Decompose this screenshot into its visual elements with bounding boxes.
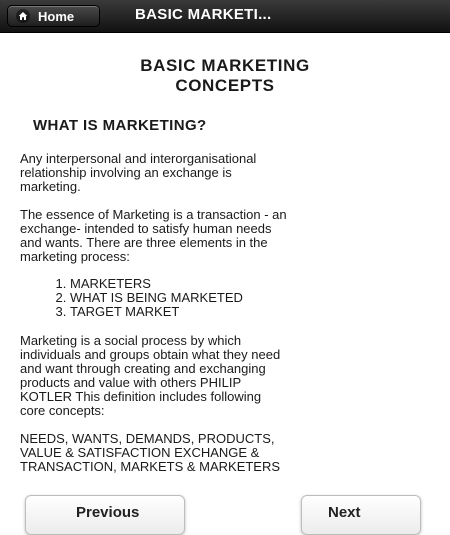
next-button-label: Next bbox=[328, 504, 361, 521]
paragraph-line: marketing process: bbox=[20, 249, 130, 264]
paragraph-line: individuals and groups obtain what they … bbox=[20, 347, 281, 362]
paragraph-line: KOTLER This definition includes followin… bbox=[20, 389, 262, 404]
list-item: TARGET MARKET bbox=[70, 305, 243, 319]
next-button[interactable]: Next bbox=[301, 495, 421, 535]
home-icon bbox=[16, 9, 30, 23]
paragraph-line: relationship involving an exchange is bbox=[20, 165, 232, 180]
paragraph-essence: The essence of Marketing is a transactio… bbox=[20, 208, 440, 264]
paragraph-kotler: Marketing is a social process by which i… bbox=[20, 334, 440, 418]
page-title: BASIC MARKETING CONCEPTS bbox=[0, 56, 450, 96]
paragraph-line: products and value with others PHILIP bbox=[20, 375, 242, 390]
paragraph-line: NEEDS, WANTS, DEMANDS, PRODUCTS, bbox=[20, 431, 275, 446]
list-item: MARKETERS bbox=[70, 277, 243, 291]
page-title-line-1: BASIC MARKETING bbox=[140, 56, 310, 75]
header-bar: Home BASIC MARKETI... bbox=[0, 0, 450, 33]
paragraph-line: and want through creating and exchanging bbox=[20, 361, 266, 376]
paragraph-line: TRANSACTION, MARKETS & MARKETERS bbox=[20, 459, 281, 474]
paragraph-line: The essence of Marketing is a transactio… bbox=[20, 207, 287, 222]
section-heading: WHAT IS MARKETING? bbox=[33, 117, 207, 134]
paragraph-core-concepts: NEEDS, WANTS, DEMANDS, PRODUCTS, VALUE &… bbox=[20, 432, 440, 474]
paragraph-line: Any interpersonal and interorganisationa… bbox=[20, 151, 257, 166]
paragraph-line: exchange- intended to satisfy human need… bbox=[20, 221, 272, 236]
page-title-line-2: CONCEPTS bbox=[175, 76, 275, 95]
marketing-elements-list: MARKETERS WHAT IS BEING MARKETED TARGET … bbox=[20, 277, 243, 319]
paragraph-line: core concepts: bbox=[20, 403, 105, 418]
paragraph-line: and wants. There are three elements in t… bbox=[20, 235, 268, 250]
paragraph-line: marketing. bbox=[20, 179, 81, 194]
header-title: BASIC MARKETI... bbox=[135, 6, 272, 23]
previous-button-label: Previous bbox=[76, 504, 140, 521]
paragraph-line: Marketing is a social process by which bbox=[20, 333, 242, 348]
previous-button[interactable]: Previous bbox=[25, 495, 185, 535]
paragraph-definition: Any interpersonal and interorganisationa… bbox=[20, 152, 440, 194]
home-button-label: Home bbox=[38, 8, 75, 24]
list-item: WHAT IS BEING MARKETED bbox=[70, 291, 243, 305]
home-button[interactable]: Home bbox=[7, 5, 100, 27]
paragraph-line: VALUE & SATISFACTION EXCHANGE & bbox=[20, 445, 260, 460]
